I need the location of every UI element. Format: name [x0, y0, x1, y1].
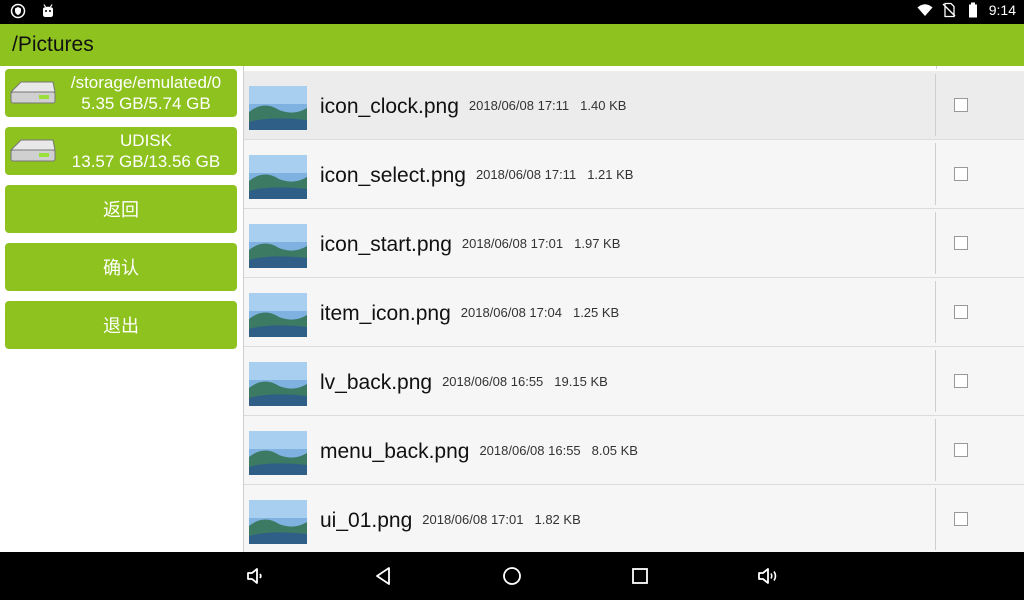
file-date: 2018/06/08 17:11 [468, 97, 570, 113]
hard-disk-icon [9, 139, 56, 162]
current-path: /Pictures [12, 33, 94, 56]
android-icon [43, 4, 53, 17]
image-thumbnail-icon [249, 224, 307, 268]
file-size: 1.97 KB [574, 235, 621, 251]
file-name: icon_start.png [320, 233, 452, 256]
file-name: menu_back.png [320, 440, 470, 463]
file-name: icon_select.png [320, 164, 466, 187]
home-icon[interactable] [500, 564, 524, 588]
file-row[interactable]: icon_select.png 2018/06/08 17:11 1.21 KB [244, 140, 1024, 209]
status-bar: 9:14 [0, 0, 1024, 24]
battery-icon [968, 2, 977, 18]
image-thumbnail-icon [249, 293, 307, 337]
recents-icon[interactable] [628, 564, 652, 588]
file-size: 8.05 KB [591, 442, 638, 458]
file-checkbox[interactable] [954, 98, 968, 112]
file-row[interactable]: lv_back.png 2018/06/08 16:55 19.15 KB [244, 347, 1024, 416]
file-date: 2018/06/08 17:11 [475, 166, 577, 182]
wifi-icon [917, 4, 933, 16]
storage-size: 5.35 GB/5.74 GB [81, 94, 211, 113]
no-sim-icon [942, 2, 956, 18]
navigation-bar [0, 552, 1024, 600]
file-date: 2018/06/08 17:04 [460, 304, 562, 320]
file-name: ui_01.png [320, 509, 413, 532]
back-button[interactable]: 返回 [5, 185, 237, 233]
exit-button[interactable]: 退出 [5, 301, 237, 349]
image-thumbnail-icon [249, 500, 307, 544]
volume-up-icon[interactable] [756, 564, 780, 588]
title-bar: /Pictures [0, 24, 1024, 66]
storage-name: UDISK [120, 131, 172, 150]
file-checkbox[interactable] [954, 512, 968, 526]
file-list[interactable]: icon_clock.png 2018/06/08 17:11 1.40 KB … [244, 66, 1024, 552]
storage-internal-button[interactable]: /storage/emulated/0 5.35 GB/5.74 GB [5, 69, 237, 117]
file-name: item_icon.png [320, 302, 451, 325]
file-row[interactable]: ui_01.png 2018/06/08 17:01 1.82 KB [244, 485, 1024, 552]
storage-udisk-button[interactable]: UDISK 13.57 GB/13.56 GB [5, 127, 237, 175]
image-thumbnail-icon [249, 155, 307, 199]
file-checkbox[interactable] [954, 443, 968, 457]
file-checkbox[interactable] [954, 167, 968, 181]
file-row[interactable]: icon_start.png 2018/06/08 17:01 1.97 KB [244, 209, 1024, 278]
file-checkbox[interactable] [954, 374, 968, 388]
file-name: lv_back.png [320, 371, 433, 394]
volume-down-icon[interactable] [244, 564, 268, 588]
file-row[interactable]: item_icon.png 2018/06/08 17:04 1.25 KB [244, 278, 1024, 347]
back-icon[interactable] [372, 564, 396, 588]
file-date: 2018/06/08 17:01 [461, 235, 564, 251]
hard-disk-icon [9, 81, 56, 104]
confirm-button[interactable]: 确认 [5, 243, 237, 291]
file-checkbox[interactable] [954, 236, 968, 250]
status-time: 9:14 [988, 2, 1016, 18]
file-date: 2018/06/08 16:55 [479, 442, 581, 458]
shield-icon [10, 3, 26, 19]
file-date: 2018/06/08 16:55 [442, 373, 544, 389]
file-date: 2018/06/08 17:01 [422, 511, 524, 527]
image-thumbnail-icon [249, 431, 307, 475]
file-size: 1.25 KB [572, 304, 620, 320]
storage-name: /storage/emulated/0 [70, 73, 222, 92]
file-size: 1.40 KB [580, 97, 627, 113]
file-row[interactable]: menu_back.png 2018/06/08 16:55 8.05 KB [244, 416, 1024, 485]
sidebar: /storage/emulated/0 5.35 GB/5.74 GB UDIS… [0, 66, 244, 552]
file-size: 1.82 KB [534, 511, 581, 527]
file-size: 1.21 KB [587, 166, 634, 182]
file-size: 19.15 KB [554, 373, 608, 389]
image-thumbnail-icon [249, 362, 307, 406]
file-name: icon_clock.png [320, 95, 459, 118]
file-checkbox[interactable] [954, 305, 968, 319]
file-row[interactable]: icon_clock.png 2018/06/08 17:11 1.40 KB [244, 71, 1024, 140]
image-thumbnail-icon [249, 86, 307, 130]
storage-size: 13.57 GB/13.56 GB [71, 152, 221, 171]
